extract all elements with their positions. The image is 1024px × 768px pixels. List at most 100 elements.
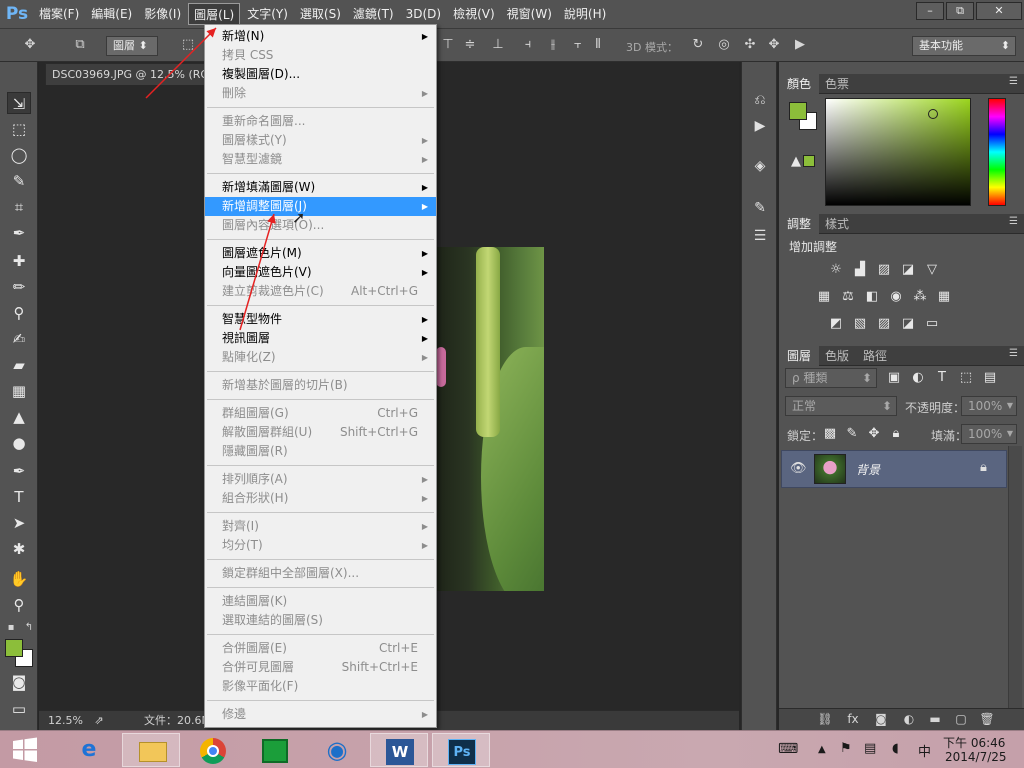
- menu-select[interactable]: 選取(S): [295, 3, 346, 25]
- menu-item[interactable]: 複製圖層(D)...: [205, 65, 436, 84]
- color-lookup-icon[interactable]: ▦: [935, 289, 953, 305]
- shape-tool-icon[interactable]: ✱: [7, 538, 31, 560]
- filter-shape-icon[interactable]: ⬚: [957, 370, 975, 386]
- 3d-roll-icon[interactable]: ◎: [716, 37, 732, 53]
- menu-item[interactable]: 視訊圖層 ▶: [205, 329, 436, 348]
- keyboard-icon[interactable]: ⌨: [778, 741, 798, 757]
- levels-icon[interactable]: ▟: [851, 262, 869, 278]
- curves-icon[interactable]: ▨: [875, 262, 893, 278]
- layer-kind-filter[interactable]: ρ 種類 ⬍: [785, 368, 877, 388]
- link-layers-icon[interactable]: ⛓: [817, 711, 833, 727]
- lock-all-icon[interactable]: 🔒︎: [887, 426, 905, 442]
- distribute-icon[interactable]: ⫴: [590, 37, 606, 53]
- blend-mode-select[interactable]: 正常 ⬍: [785, 396, 897, 416]
- layers-scrollbar[interactable]: [1008, 446, 1022, 708]
- menu-file[interactable]: 檔案(F): [34, 3, 84, 25]
- posterize-icon[interactable]: ▧: [851, 316, 869, 332]
- menu-type[interactable]: 文字(Y): [242, 3, 293, 25]
- move-tool-icon[interactable]: ⇲: [7, 92, 31, 114]
- hand-tool-icon[interactable]: ✋: [7, 568, 31, 590]
- share-icon[interactable]: ⇗: [91, 713, 107, 729]
- gradient-map-icon[interactable]: ▭: [923, 316, 941, 332]
- align-top-icon[interactable]: ⊤: [440, 37, 456, 53]
- tab-swatches[interactable]: 色票: [817, 74, 857, 94]
- photo-filter-icon[interactable]: ◉: [887, 289, 905, 305]
- visibility-eye-icon[interactable]: 👁︎: [790, 461, 807, 476]
- hue-saturation-icon[interactable]: ▦: [815, 289, 833, 305]
- selective-color-icon[interactable]: ◪: [899, 316, 917, 332]
- pen-tool-icon[interactable]: ✒: [7, 460, 31, 482]
- ime-indicator[interactable]: 中: [918, 741, 931, 760]
- fill-field[interactable]: 100% ▼: [961, 424, 1017, 444]
- lock-image-icon[interactable]: ✎: [843, 426, 861, 442]
- 3d-rotate-icon[interactable]: ↻: [690, 37, 706, 53]
- layer-row[interactable]: 👁︎ 背景 🔒︎: [781, 450, 1007, 488]
- new-adjustment-icon[interactable]: ◐: [901, 711, 917, 727]
- minimize-button[interactable]: –: [916, 2, 944, 20]
- workspace-select[interactable]: 基本功能 ⬍: [912, 36, 1016, 56]
- add-mask-icon[interactable]: ◙: [873, 711, 889, 727]
- zoom-level[interactable]: 12.5%: [48, 711, 83, 730]
- channel-mixer-icon[interactable]: ⁂: [911, 289, 929, 305]
- gradient-tool-icon[interactable]: ▦: [7, 380, 31, 402]
- 3d-drag-icon[interactable]: ✣: [742, 37, 758, 53]
- exposure-icon[interactable]: ◪: [899, 262, 917, 278]
- 3d-slide-icon[interactable]: ✥: [766, 37, 782, 53]
- volume-icon[interactable]: ◖: [892, 741, 899, 756]
- word-icon[interactable]: W: [370, 733, 428, 767]
- layer-thumbnail[interactable]: [814, 454, 846, 484]
- type-tool-icon[interactable]: T: [7, 486, 31, 508]
- clone-stamp-tool-icon[interactable]: ⚲: [7, 302, 31, 324]
- 3d-panel-icon[interactable]: ◈: [750, 156, 770, 176]
- layer-name[interactable]: 背景: [856, 461, 880, 478]
- filter-smart-icon[interactable]: ▤: [981, 370, 999, 386]
- path-select-tool-icon[interactable]: ➤: [7, 512, 31, 534]
- vibrance-icon[interactable]: ▽: [923, 262, 941, 278]
- fx-icon[interactable]: fx: [845, 711, 861, 727]
- filter-pixel-icon[interactable]: ▣: [885, 370, 903, 386]
- align-hcenter-icon[interactable]: ⫲: [545, 37, 561, 53]
- invert-icon[interactable]: ◩: [827, 316, 845, 332]
- color-balance-icon[interactable]: ⚖: [839, 289, 857, 305]
- eyedropper-tool-icon[interactable]: ✒: [7, 222, 31, 244]
- align-left-icon[interactable]: ⫞: [520, 37, 536, 53]
- hue-slider[interactable]: [988, 98, 1006, 206]
- lock-position-icon[interactable]: ✥: [865, 426, 883, 442]
- photoshop-taskbar-icon[interactable]: Ps: [432, 733, 490, 767]
- new-layer-icon[interactable]: ▢: [953, 711, 969, 727]
- align-right-icon[interactable]: ⫟: [570, 37, 586, 53]
- crop-tool-icon[interactable]: ⌗: [7, 196, 31, 218]
- 3d-scale-icon[interactable]: ▶: [792, 37, 808, 53]
- auto-select-target-select[interactable]: 圖層 ⬍: [106, 36, 158, 56]
- tray-expand-icon[interactable]: ▲: [818, 744, 826, 755]
- web-safe-swatch[interactable]: [803, 155, 815, 167]
- menu-help[interactable]: 說明(H): [559, 3, 611, 25]
- menu-item[interactable]: 向量圖遮色片(V) ▶: [205, 263, 436, 282]
- network-icon[interactable]: ▤: [864, 741, 876, 756]
- screen-mode-icon[interactable]: ▭: [7, 698, 31, 720]
- history-brush-tool-icon[interactable]: ✍: [7, 328, 31, 350]
- menu-item[interactable]: 新增填滿圖層(W) ▶: [205, 178, 436, 197]
- tab-paths[interactable]: 路徑: [855, 346, 895, 366]
- panel-menu-icon[interactable]: ☰: [1009, 348, 1018, 359]
- swap-colors-icon[interactable]: ↰: [21, 620, 37, 636]
- tab-layers[interactable]: 圖層: [779, 346, 820, 366]
- document-tab[interactable]: DSC03969.JPG @ 12.5% (RG: [45, 63, 215, 85]
- transform-controls-icon[interactable]: ⬚: [180, 37, 196, 53]
- brush-tool-icon[interactable]: ✏: [7, 276, 31, 298]
- panel-menu-icon[interactable]: ☰: [1009, 216, 1018, 227]
- clock-time[interactable]: 下午 06:46: [943, 734, 1005, 751]
- menu-item[interactable]: 智慧型物件 ▶: [205, 310, 436, 329]
- menu-window[interactable]: 視窗(W): [502, 3, 557, 25]
- delete-layer-icon[interactable]: 🗑︎: [979, 711, 995, 727]
- restore-button[interactable]: ⧉: [946, 2, 974, 20]
- brush-presets-icon[interactable]: ☰: [750, 226, 770, 246]
- default-colors-icon[interactable]: ▪: [3, 620, 19, 636]
- store-icon[interactable]: [246, 733, 304, 767]
- menu-3d[interactable]: 3D(D): [401, 3, 446, 25]
- threshold-icon[interactable]: ▨: [875, 316, 893, 332]
- panel-menu-icon[interactable]: ☰: [1009, 76, 1018, 87]
- tab-styles[interactable]: 樣式: [817, 214, 857, 234]
- opacity-field[interactable]: 100% ▼: [961, 396, 1017, 416]
- chrome-icon[interactable]: [184, 733, 242, 767]
